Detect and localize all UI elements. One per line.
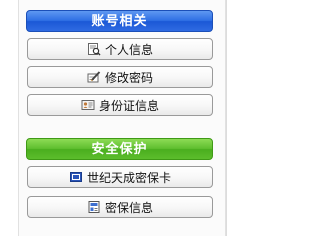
profile-card-icon xyxy=(87,42,101,56)
security-info-label: 密保信息 xyxy=(104,200,153,215)
security-section-header: 安全保护 xyxy=(26,138,213,160)
id-card-info-label: 身份证信息 xyxy=(98,98,159,113)
security-card-button[interactable]: 世纪天成密保卡 xyxy=(27,166,213,188)
content-edge xyxy=(226,0,240,236)
change-password-label: 修改密码 xyxy=(104,70,153,85)
security-info-button[interactable]: 密保信息 xyxy=(27,196,213,218)
account-section-header: 账号相关 xyxy=(26,10,213,32)
edit-pen-icon xyxy=(87,70,101,84)
security-info-icon xyxy=(87,200,101,214)
personal-info-button[interactable]: 个人信息 xyxy=(27,38,213,60)
id-card-icon xyxy=(81,98,95,112)
security-card-icon xyxy=(69,170,83,184)
change-password-button[interactable]: 修改密码 xyxy=(27,66,213,88)
id-card-info-button[interactable]: 身份证信息 xyxy=(27,94,213,116)
personal-info-label: 个人信息 xyxy=(104,42,153,57)
security-card-label: 世纪天成密保卡 xyxy=(86,170,171,185)
